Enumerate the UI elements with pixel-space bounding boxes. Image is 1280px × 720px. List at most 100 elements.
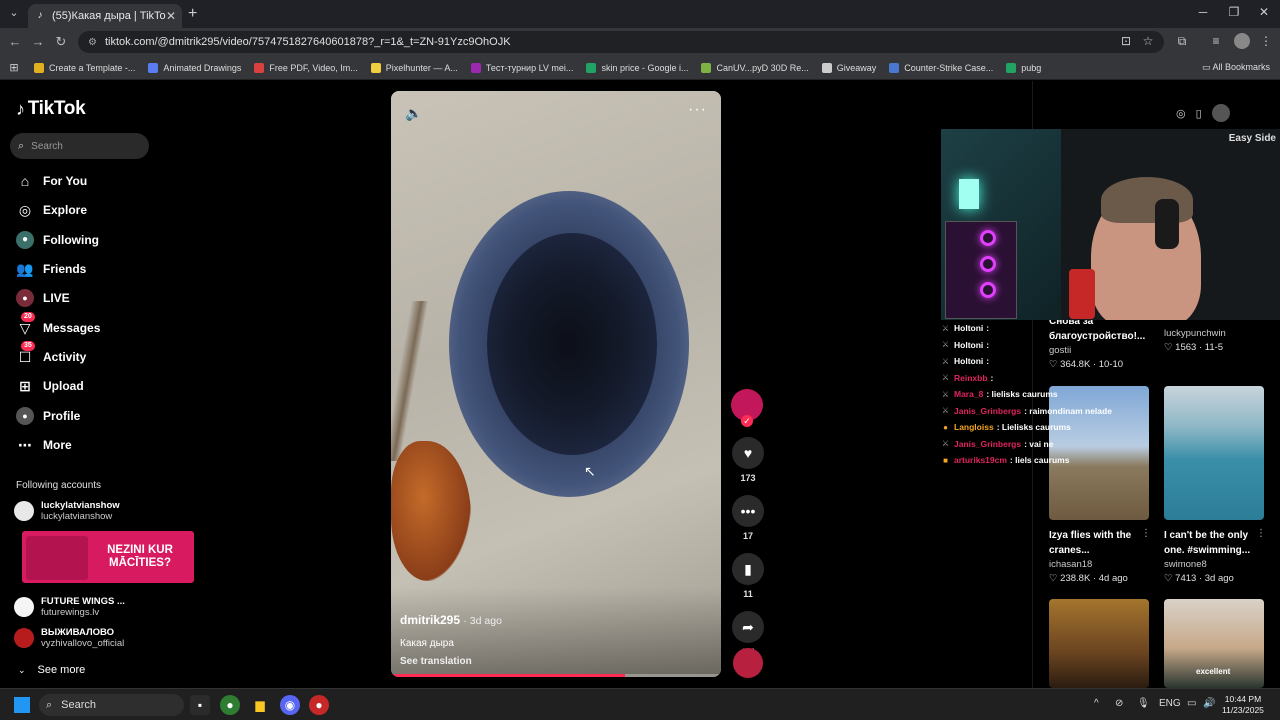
nav-messages[interactable]: ▽ 20 Messages [16, 312, 100, 337]
chat-line: ⚔ Janis_Grinbergs: raimondinam nelade [941, 403, 1141, 420]
taskbar-search[interactable]: ⌕ Search [39, 694, 184, 716]
reload-icon[interactable]: ↻ [52, 34, 70, 50]
chat-message: : lielisks caurums [986, 389, 1058, 400]
sword-badge-icon: ⚔ [941, 406, 950, 416]
device-icon[interactable]: ▯ [1196, 107, 1202, 120]
tiktok-logo[interactable]: ♪ TikTok [16, 98, 86, 120]
save-count: 11 [743, 589, 753, 599]
app-icon[interactable]: ● [309, 695, 329, 715]
user-avatar[interactable] [1211, 104, 1230, 122]
following-account[interactable]: ВЫЖИВАЛОВО vyzhivallovo_official [14, 627, 124, 649]
save-button[interactable]: ▮ 11 [731, 553, 765, 599]
clock-time: 10:44 PM [1224, 694, 1262, 704]
network-off-icon[interactable]: ⊘ [1115, 698, 1123, 709]
post-age: · 3d ago [463, 615, 502, 627]
chrome-icon[interactable]: ● [220, 695, 240, 715]
search-input[interactable]: ⌕ Search [10, 133, 149, 159]
speaker-icon[interactable]: 🔊 [1203, 698, 1215, 709]
bookmark-label: pubg [1021, 62, 1042, 73]
nav-label: Activity [43, 350, 87, 364]
restore-icon[interactable]: ❐ [1219, 5, 1249, 19]
nav-more[interactable]: ⋯ More [16, 436, 72, 454]
like-button[interactable]: ♥ 173 [731, 437, 765, 483]
microphone-icon[interactable]: 🎙 [1137, 698, 1150, 709]
menu-kebab-icon[interactable]: ⋮ [1257, 34, 1275, 48]
volume-icon[interactable]: 🔈 [405, 105, 422, 122]
windows-start-icon[interactable] [14, 697, 30, 713]
back-icon[interactable]: ← [6, 34, 24, 49]
coins-icon[interactable]: ◎ [1176, 107, 1186, 120]
card-title: Izya flies with the cranes... [1049, 530, 1132, 556]
see-more-button[interactable]: ⌄ See more [18, 664, 85, 676]
music-disc-icon[interactable] [733, 648, 763, 678]
video-author[interactable]: dmitrik295 · 3d ago [400, 613, 502, 627]
tray-overflow-icon[interactable]: ^ [1094, 698, 1099, 709]
live-icon: ● [16, 289, 34, 307]
all-bookmarks-button[interactable]: ▭ All Bookmarks [1202, 62, 1270, 73]
nav-profile[interactable]: ● Profile [16, 407, 80, 425]
sword-badge-icon: ⚔ [941, 373, 950, 383]
sub-badge-icon: ● [943, 422, 948, 432]
close-tab-icon[interactable]: ✕ [166, 9, 176, 23]
card-menu-icon[interactable]: ⋮ [1141, 528, 1151, 539]
chat-user: arturiks19cm [954, 455, 1007, 466]
nav-following[interactable]: ● Following [16, 231, 99, 249]
new-tab-icon[interactable]: + [188, 5, 197, 23]
site-info-icon[interactable]: ⚙ [88, 37, 97, 48]
video-progress-bar[interactable] [391, 674, 721, 677]
bookmark-item[interactable]: Create a Template -... [34, 62, 135, 73]
bookmark-item[interactable]: Counter-Strike Case... [889, 62, 993, 73]
bookmark-item[interactable]: pubg [1006, 62, 1042, 73]
see-translation-link[interactable]: See translation [400, 656, 472, 667]
bookmark-star-icon[interactable]: ☆ [1139, 34, 1157, 48]
creator-avatar[interactable]: ✓ [731, 389, 763, 427]
task-view-icon[interactable]: ▪ [190, 695, 210, 715]
bookmark-item[interactable]: skin price - Google i... [586, 62, 688, 73]
comment-button[interactable]: ••• 17 [731, 495, 765, 541]
minimize-icon[interactable]: ─ [1188, 5, 1218, 19]
bookmark-item[interactable]: Animated Drawings [148, 62, 241, 73]
more-icon: ⋯ [18, 437, 32, 453]
recommended-card[interactable]: luckypunchwin ♡ 1563 · 11-5 [1164, 327, 1226, 353]
tab-search-icon[interactable]: ⌄ [6, 5, 22, 21]
video-player[interactable]: 🔈 ··· ↖ dmitrik295 · 3d ago Какая дыра S… [391, 91, 721, 677]
url-field[interactable]: ⚙ tiktok.com/@dmitrik295/video/757475182… [78, 31, 1164, 53]
ad-text: NEZINI KUR MĀCĪTIES? [107, 544, 173, 569]
ad-banner[interactable]: NEZINI KUR MĀCĪTIES? [22, 531, 194, 583]
bookmark-item[interactable]: Free PDF, Video, Im... [254, 62, 358, 73]
profile-avatar[interactable] [1234, 33, 1250, 49]
nav-label: Following [43, 233, 99, 247]
following-account[interactable]: luckylatvianshow luckylatvianshow [14, 500, 120, 522]
card-menu-icon[interactable]: ⋮ [1256, 528, 1266, 539]
following-account[interactable]: FUTURE WINGS ... futurewings.lv [14, 596, 125, 618]
follow-plus-icon[interactable]: ✓ [741, 415, 753, 427]
nav-live[interactable]: ● LIVE [16, 289, 70, 307]
nav-explore[interactable]: ◎ Explore [16, 201, 87, 219]
bookmark-item[interactable]: Pixelhunter — A... [370, 62, 458, 73]
system-clock[interactable]: 10:44 PM 11/23/2025 [1222, 694, 1264, 716]
more-options-icon[interactable]: ··· [688, 101, 707, 119]
chat-line: ⚔ Reinxbb: [941, 370, 1141, 387]
bookmark-item[interactable]: Giveaway [821, 62, 876, 73]
apps-grid-icon[interactable]: ⊞ [8, 61, 20, 74]
install-app-icon[interactable]: ⊡ [1117, 34, 1135, 48]
display-icon[interactable]: ▭ [1187, 698, 1196, 709]
action-column: ✓ ♥173 •••17 ▮11 ➦491 [731, 389, 765, 669]
discord-icon[interactable]: ◉ [280, 695, 300, 715]
recommended-card[interactable] [1049, 599, 1149, 688]
recommended-card[interactable]: excellent [1164, 599, 1264, 688]
media-controls-icon[interactable]: ≡ [1207, 34, 1225, 48]
close-window-icon[interactable]: ✕ [1249, 5, 1279, 19]
recommended-card[interactable]: ⋮ I can't be the only one. #swimming... … [1164, 386, 1266, 584]
forward-icon[interactable]: → [29, 34, 47, 49]
bookmark-item[interactable]: Тест-турнир LV mei... [470, 62, 573, 73]
language-indicator[interactable]: ENG [1159, 698, 1181, 709]
nav-for-you[interactable]: ⌂ For You [16, 172, 87, 190]
bookmark-item[interactable]: CanUV...pyD 30D Re... [701, 62, 809, 73]
browser-tab[interactable]: ♪ (55)Какая дыра | TikTok ✕ [28, 4, 182, 28]
extensions-icon[interactable]: ⧉ [1173, 34, 1191, 49]
nav-friends[interactable]: 👥 Friends [16, 260, 86, 278]
nav-upload[interactable]: ⊞ Upload [16, 377, 84, 395]
file-explorer-icon[interactable]: ▆ [250, 695, 270, 715]
nav-activity[interactable]: ☐ 35 Activity [16, 341, 87, 366]
